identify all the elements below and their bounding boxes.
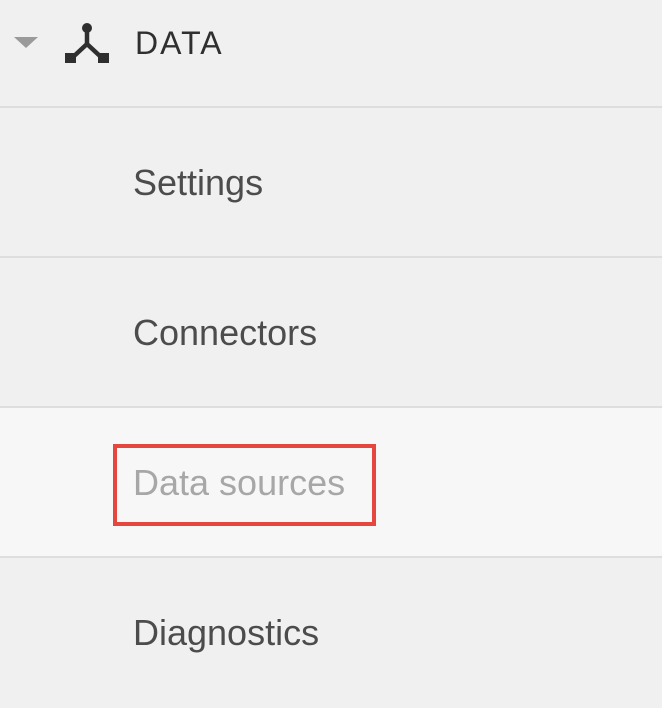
section-header-data[interactable]: DATA xyxy=(0,0,662,108)
nav-item-data-sources[interactable]: Data sources xyxy=(0,408,662,558)
data-pipeline-icon xyxy=(65,23,109,63)
nav-item-label: Settings xyxy=(133,162,264,203)
caret-down-icon[interactable] xyxy=(14,37,38,48)
section-title: DATA xyxy=(135,25,224,61)
nav-item-diagnostics[interactable]: Diagnostics xyxy=(0,558,662,708)
nav-item-connectors[interactable]: Connectors xyxy=(0,258,662,408)
nav-item-label: Diagnostics xyxy=(133,612,320,653)
sidebar-nav: DATA Settings Connectors Data sources Di… xyxy=(0,0,662,708)
nav-item-settings[interactable]: Settings xyxy=(0,108,662,258)
nav-item-label: Data sources xyxy=(133,462,346,503)
nav-item-label: Connectors xyxy=(133,312,318,353)
